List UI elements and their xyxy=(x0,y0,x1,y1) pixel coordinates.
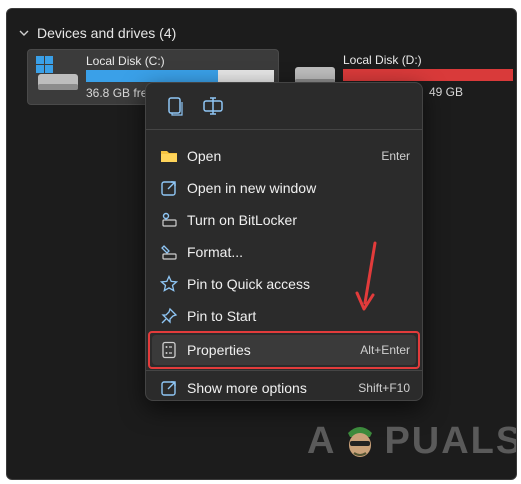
drive-usage-fill xyxy=(343,69,513,81)
menu-item-label: Show more options xyxy=(187,380,307,396)
drive-usage-fill xyxy=(86,70,218,82)
watermark-text-left: A xyxy=(307,419,337,462)
menu-item-label: Open in new window xyxy=(187,180,317,196)
menu-item-shortcut: Enter xyxy=(381,149,410,163)
devices-section-header[interactable]: Devices and drives (4) xyxy=(19,25,176,41)
menu-item-properties[interactable]: Properties Alt+Enter xyxy=(148,331,420,369)
menu-item-show-more[interactable]: Show more options Shift+F10 xyxy=(152,375,416,401)
menu-item-shortcut: Shift+F10 xyxy=(358,381,410,395)
menu-item-shortcut: Alt+Enter xyxy=(360,343,410,357)
menu-item-open-new-window[interactable]: Open in new window xyxy=(152,173,416,203)
drive-name: Local Disk (D:) xyxy=(343,53,422,67)
annotation-arrow-icon xyxy=(355,241,377,311)
menu-separator xyxy=(146,129,422,130)
format-drive-icon xyxy=(161,245,177,260)
appuals-watermark: A PUALS xyxy=(307,419,517,463)
drive-free-space: 36.8 GB free xyxy=(86,86,155,100)
copy-icon[interactable] xyxy=(164,95,186,117)
menu-item-label: Format... xyxy=(187,244,244,260)
open-new-window-icon xyxy=(161,181,176,196)
menu-item-label: Pin to Start xyxy=(187,308,257,324)
menu-separator xyxy=(146,370,422,371)
pin-icon xyxy=(161,307,178,324)
drive-usage-bar xyxy=(86,70,274,82)
rename-icon[interactable] xyxy=(202,95,224,117)
bitlocker-key-icon xyxy=(162,212,177,227)
section-title: Devices and drives (4) xyxy=(37,25,177,41)
menu-item-label: Properties xyxy=(187,342,251,358)
chevron-down-icon xyxy=(19,30,29,36)
menu-item-label: Open xyxy=(187,148,222,164)
explorer-window: Devices and drives (4) Local Disk (C:) 3… xyxy=(6,8,517,480)
windows-drive-icon xyxy=(36,56,78,90)
drive-usage-bar xyxy=(343,69,513,81)
show-more-icon xyxy=(161,381,176,396)
star-icon xyxy=(160,275,178,292)
properties-icon xyxy=(162,341,176,359)
mascot-logo-icon xyxy=(348,427,373,457)
watermark-text-right: PUALS xyxy=(384,419,517,462)
drive-name: Local Disk (C:) xyxy=(86,54,165,68)
folder-icon xyxy=(161,151,177,162)
menu-item-label: Turn on BitLocker xyxy=(187,212,297,228)
menu-item-bitlocker[interactable]: Turn on BitLocker xyxy=(152,205,416,235)
menu-item-open[interactable]: Open Enter xyxy=(152,141,416,171)
drive-free-space: 49 GB xyxy=(429,85,464,99)
menu-item-label: Pin to Quick access xyxy=(187,276,310,292)
